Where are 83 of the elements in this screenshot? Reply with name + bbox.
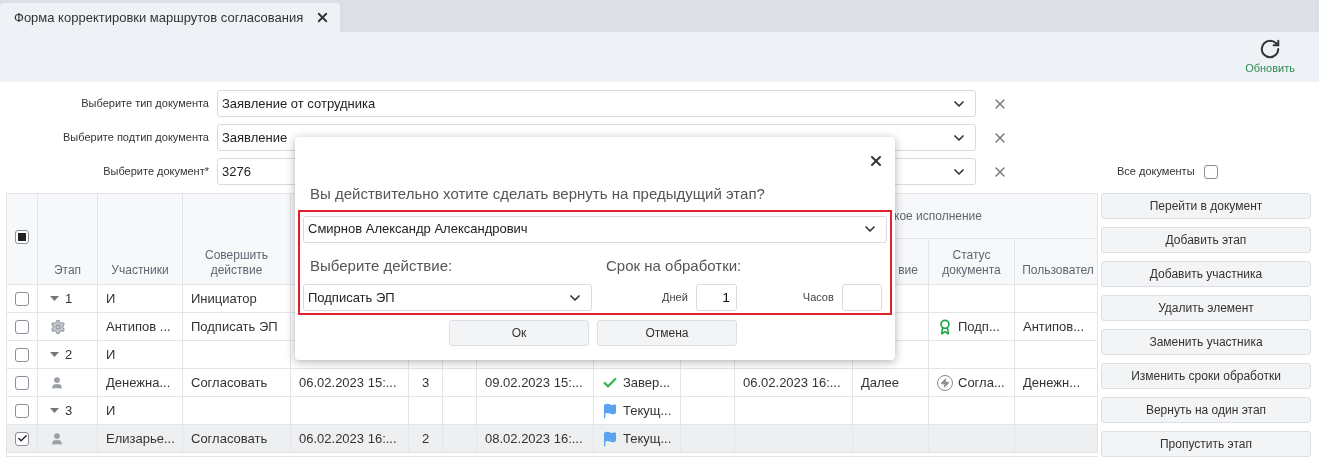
group-header: кое исполнение (894, 208, 982, 225)
flag-icon (602, 402, 618, 419)
table-cell-text: 09.02.2023 15:... (485, 373, 583, 392)
action-button[interactable]: Заменить участника (1101, 329, 1311, 355)
caret-icon[interactable] (50, 295, 59, 302)
table-cell-text: Денежна... (106, 373, 171, 392)
column-header[interactable]: Совершить действие (183, 248, 290, 278)
table-row[interactable]: Денежна... Согласовать 06.02.2023 15:... 3 09.02.2023 15:... Завер... 06.02.2023 16:... Далее Согла... Денежн... (7, 369, 1098, 397)
close-icon[interactable] (868, 153, 884, 169)
stage-number: 2 (65, 345, 73, 364)
table-cell-text: И (106, 289, 116, 308)
select-all-checkbox[interactable] (15, 230, 29, 244)
table-cell-text: Подписать ЭП (191, 317, 278, 336)
row-checkbox[interactable] (15, 375, 29, 390)
action-button[interactable]: Добавить участника (1101, 261, 1311, 287)
hours-label: Часов (802, 290, 834, 306)
action-button[interactable]: Перейти в документ (1101, 193, 1311, 219)
table-cell-text: 06.02.2023 16:... (299, 429, 397, 448)
caret-icon[interactable] (50, 407, 59, 414)
column-header[interactable]: вие (898, 263, 918, 278)
table-cell-text: 2 (421, 429, 430, 448)
row-checkbox[interactable] (15, 347, 29, 362)
table-cell-text: Инициатор (191, 289, 257, 308)
table-cell-text: И (106, 345, 116, 364)
action-button[interactable]: Добавить этап (1101, 227, 1311, 253)
action-button[interactable]: Пропустить этап (1101, 431, 1311, 457)
row-checkbox[interactable] (15, 291, 29, 306)
column-header[interactable]: Пользовател (1018, 263, 1094, 278)
status-text: Подп... (958, 317, 1000, 336)
action-button[interactable]: Изменить сроки обработки (1101, 363, 1311, 389)
days-label: Дней (662, 290, 688, 306)
table-cell-text: И (106, 401, 116, 420)
column-header[interactable]: Этап (53, 263, 82, 278)
deadline-label: Срок на обработки: (606, 255, 742, 276)
table-cell-text: Согласовать (191, 429, 268, 448)
table-cell-text: Далее (861, 373, 900, 392)
column-header[interactable]: Участники (111, 263, 169, 278)
action-select[interactable]: Подписать ЭП (303, 284, 592, 311)
table-cell-text: Согласовать (191, 373, 268, 392)
dialog-button[interactable]: Ок (449, 320, 589, 346)
dialog-question: Вы действительно хотите сделать вернуть на предыдущий этап? (309, 184, 766, 204)
action-button[interactable]: Удалить элемент (1101, 295, 1311, 321)
gear-icon (50, 318, 66, 335)
table-cell-text: 3 (421, 373, 430, 392)
award-icon (937, 318, 953, 335)
column-header[interactable]: Статус документа (929, 248, 1014, 278)
person-icon (50, 431, 64, 446)
table-cell-text: 08.02.2023 16:... (485, 429, 583, 448)
table-row[interactable]: 3 И Текущ... (7, 397, 1098, 425)
field-label: Выберите тип документа (80, 96, 210, 112)
document-tab[interactable]: Форма корректировки маршрутов согласования (0, 3, 341, 32)
person-icon (50, 375, 64, 390)
caret-icon[interactable] (50, 351, 59, 358)
select-field[interactable]: Заявление от сотрудника (217, 90, 976, 117)
table-cell-text: Антипов... (1023, 317, 1085, 336)
status-text: Текущ... (623, 429, 672, 448)
field-label: Выберите подтип документа (62, 130, 210, 146)
action-label: Выберите действие: (310, 255, 454, 276)
row-checkbox[interactable] (15, 403, 29, 418)
assignee-select[interactable]: Смирнов Александр Александрович (303, 215, 887, 243)
row-checkbox[interactable] (15, 431, 29, 446)
field-label: Выберите документ* (102, 164, 210, 180)
status-text: Завер... (623, 373, 671, 392)
days-field[interactable]: 1 (695, 284, 737, 311)
checkbox-label: Все документы (1117, 164, 1195, 180)
status-text: Согла... (958, 373, 1005, 392)
table-row[interactable]: Елизарье... Согласовать 06.02.2023 16:... 2 08.02.2023 16:... Текущ... (7, 425, 1098, 453)
action-button[interactable]: Вернуть на один этап (1101, 397, 1311, 423)
status-text: Текущ... (623, 401, 672, 420)
stage-number: 3 (65, 401, 73, 420)
refresh-icon[interactable] (1259, 37, 1282, 60)
refresh-button[interactable]: Обновить (1245, 32, 1295, 82)
all-documents-checkbox[interactable] (1203, 164, 1218, 179)
row-checkbox[interactable] (15, 319, 29, 334)
table-cell-text: Антипов ... (106, 317, 171, 336)
table-cell-text: Денежн... (1023, 373, 1080, 392)
flag-icon (602, 430, 618, 447)
table-cell-text: Елизарье... (106, 429, 175, 448)
table-cell-text: 06.02.2023 15:... (299, 373, 397, 392)
table-cell-text: 06.02.2023 16:... (743, 373, 841, 392)
stage-number: 1 (65, 289, 73, 308)
dialog-button[interactable]: Отмена (597, 320, 737, 346)
hours-field[interactable] (841, 284, 882, 311)
